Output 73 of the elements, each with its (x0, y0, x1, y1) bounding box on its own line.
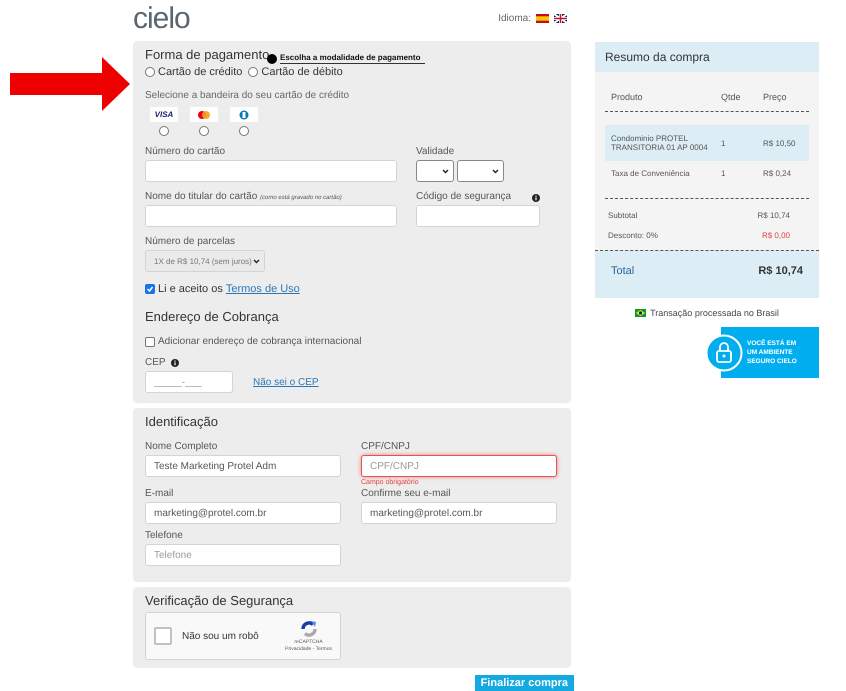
text-field[interactable]: Teste Marketing Protel Adm (145, 455, 341, 478)
mastercard-logo (190, 107, 218, 122)
column-header: Preço (763, 92, 788, 102)
spain-flag-icon[interactable] (536, 14, 549, 24)
cielo-logo: cielo (133, 4, 190, 34)
column-header: Qtde (721, 92, 742, 102)
uk-flag-icon[interactable] (554, 14, 567, 24)
checkbox[interactable] (145, 336, 155, 347)
text-field[interactable]: marketing@protel.com.br (361, 502, 557, 524)
discount-label: Desconto: 0% (608, 231, 658, 240)
price: R$ 0,24 (763, 168, 792, 178)
year-select[interactable] (457, 160, 504, 182)
product-name: Condominio PROTEL TRANSITORIA 01 AP 0004 (611, 134, 709, 152)
annotation-text: Escolha a modalidade de pagamento (280, 53, 426, 64)
cep-field[interactable]: _____-___ (145, 371, 233, 394)
captcha-checkbox[interactable] (154, 627, 172, 646)
quantity: 1 (721, 138, 726, 148)
text-field[interactable]: CPF/CNPJ (361, 455, 557, 478)
month-select[interactable] (416, 160, 454, 182)
subtotal-label: Subtotal (608, 211, 638, 220)
checkbox-label: Adicionar endereço de cobrança internacional (158, 336, 362, 348)
diners-logo (230, 107, 258, 122)
field-label: Código de segurança (416, 191, 512, 202)
price: R$ 10,50 (763, 138, 796, 148)
section-title: Verificação de Segurança (145, 593, 294, 608)
quantity: 1 (721, 168, 726, 178)
section-title: Identificação (145, 414, 218, 430)
section-title: Endereço de Cobrança (145, 309, 280, 324)
brand-prompt: Selecione a bandeira do seu cartão de crédito (145, 90, 350, 102)
chevron-icon (253, 258, 260, 264)
radio-button[interactable] (239, 126, 249, 136)
radio-button[interactable] (159, 126, 169, 136)
field-label: Número do cartão (145, 146, 226, 158)
chevron-icon (442, 168, 449, 174)
subtotal-value: R$ 10,74 (758, 211, 790, 220)
dot-icon (267, 54, 277, 64)
field-label: Nome Completo (145, 441, 218, 452)
field-label: Validade (416, 146, 456, 158)
security-code-field[interactable] (416, 205, 540, 228)
language-label: Idioma: (498, 13, 531, 24)
total-label: Total (611, 264, 634, 276)
radio-label[interactable]: Cartão de débito (261, 66, 343, 78)
summary-title: Resumo da compra (595, 42, 819, 72)
terms-link[interactable]: Termos de Uso (226, 283, 300, 296)
captcha-label: Não sou um robô (182, 630, 260, 642)
radio-button[interactable] (199, 126, 209, 136)
radio-button[interactable] (248, 67, 258, 78)
cep-lookup-link[interactable]: Não sei o CEP (253, 376, 319, 388)
radio-label[interactable]: Cartão de crédito (158, 66, 242, 78)
field-label: E-mail (145, 488, 174, 500)
column-header: Produto (611, 92, 644, 102)
visa-logo: VISA (150, 107, 178, 122)
country-note: Transação processada no Brasil (650, 308, 779, 318)
info-icon (170, 358, 179, 367)
checkbox[interactable] (145, 284, 155, 294)
field-label: Número de parcelas (145, 236, 236, 248)
checkbox-label: Li e aceito os (158, 283, 223, 296)
info-icon (532, 194, 540, 202)
discount-value: R$ 0,00 (762, 231, 790, 240)
total-value: R$ 10,74 (758, 264, 803, 276)
holder-name-field[interactable] (145, 205, 397, 228)
recaptcha-icon (298, 620, 319, 638)
radio-button[interactable] (145, 67, 155, 78)
card-number-field[interactable] (145, 160, 397, 182)
field-label: CPF/CNPJ (361, 441, 411, 452)
field-label: CEP (145, 357, 166, 368)
chevron-icon (492, 168, 499, 174)
brazil-flag-icon (635, 309, 646, 317)
section-title: Forma de pagamento (145, 47, 270, 62)
field-label: Telefone (145, 530, 184, 542)
product-name: Taxa de Conveniência (611, 168, 691, 178)
field-label: Confirme seu e-mail (361, 488, 452, 500)
text-field[interactable]: marketing@protel.com.br (145, 502, 341, 524)
